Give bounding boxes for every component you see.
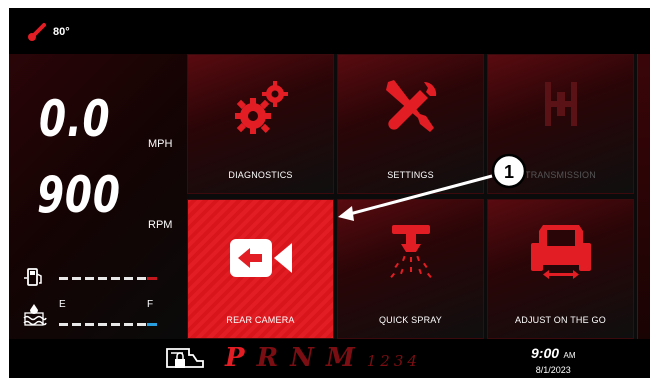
tile-settings[interactable]: SETTINGS — [337, 54, 484, 194]
fuel-gauge-bar — [59, 277, 157, 280]
thermometer-icon — [28, 23, 46, 41]
wrench-screwdriver-icon — [385, 80, 436, 132]
tile-label: DIAGNOSTICS — [228, 170, 293, 180]
tile-diagnostics[interactable]: DIAGNOSTICS — [187, 54, 334, 194]
gear-3: 3 — [393, 352, 404, 370]
fuel-pump-icon — [24, 268, 42, 286]
tractor-icon — [530, 225, 591, 279]
gear-m: M — [325, 343, 355, 373]
gear-4: 4 — [407, 352, 417, 370]
gear-indicator: P R N M 1 2 3 4 — [225, 343, 421, 373]
top-status-bar: 80° — [9, 8, 650, 54]
transmission-icon — [544, 82, 577, 126]
gears-icon — [234, 81, 288, 134]
rpm-unit: RPM — [148, 219, 173, 231]
def-fluid-icon — [23, 304, 47, 326]
clock-date: 8/1/2023 — [535, 365, 571, 375]
camera-icon — [229, 239, 292, 277]
gear-1: 1 — [366, 352, 377, 370]
tile-label: REAR CAMERA — [226, 315, 295, 325]
tile-rear-camera[interactable]: REAR CAMERA — [187, 199, 334, 339]
speed-unit: MPH — [148, 138, 173, 150]
gauge-panel: 0.0 MPH 900 RPM E F — [9, 54, 187, 339]
def-gauge-end — [147, 323, 157, 326]
clock-ampm: AM — [563, 351, 576, 360]
def-gauge-bar — [59, 323, 157, 326]
menu-grid: DIAGNOSTICS SETTINGS TRANSMISSION REAR C… — [187, 54, 650, 339]
tile-transmission[interactable]: TRANSMISSION — [487, 54, 634, 194]
speed-value: 0.0 — [39, 90, 111, 148]
tile-adjust-on-the-go[interactable]: ADJUST ON THE GO — [487, 199, 634, 339]
tile-label: SETTINGS — [387, 170, 434, 180]
implement-lock-icon — [166, 348, 204, 368]
clock: 9:00 AM 8/1/2023 — [531, 345, 575, 375]
clock-time: 9:00 — [531, 345, 560, 361]
sprayer-icon — [389, 225, 432, 278]
gear-2: 2 — [380, 352, 390, 370]
gear-n: N — [290, 343, 314, 373]
vehicle-display: 80° 0.0 MPH 900 RPM E F DIAGNOSTICS SETT… — [9, 8, 650, 378]
temperature-indicator: 80° — [27, 22, 70, 42]
gear-r: R — [256, 343, 279, 373]
def-full-label: F — [147, 299, 154, 310]
tile-partial-edge — [637, 54, 650, 339]
temperature-value: 80° — [53, 26, 70, 38]
fuel-gauge-end — [147, 277, 157, 280]
gear-p: P — [225, 343, 245, 373]
def-empty-label: E — [59, 299, 66, 310]
tile-label: ADJUST ON THE GO — [515, 315, 606, 325]
tile-quick-spray[interactable]: QUICK SPRAY — [337, 199, 484, 339]
rpm-value: 900 — [37, 166, 121, 224]
bottom-status-bar: P R N M 1 2 3 4 9:00 AM 8/1/2023 — [9, 339, 650, 378]
tile-label: QUICK SPRAY — [378, 315, 443, 325]
tile-label: TRANSMISSION — [525, 170, 596, 180]
